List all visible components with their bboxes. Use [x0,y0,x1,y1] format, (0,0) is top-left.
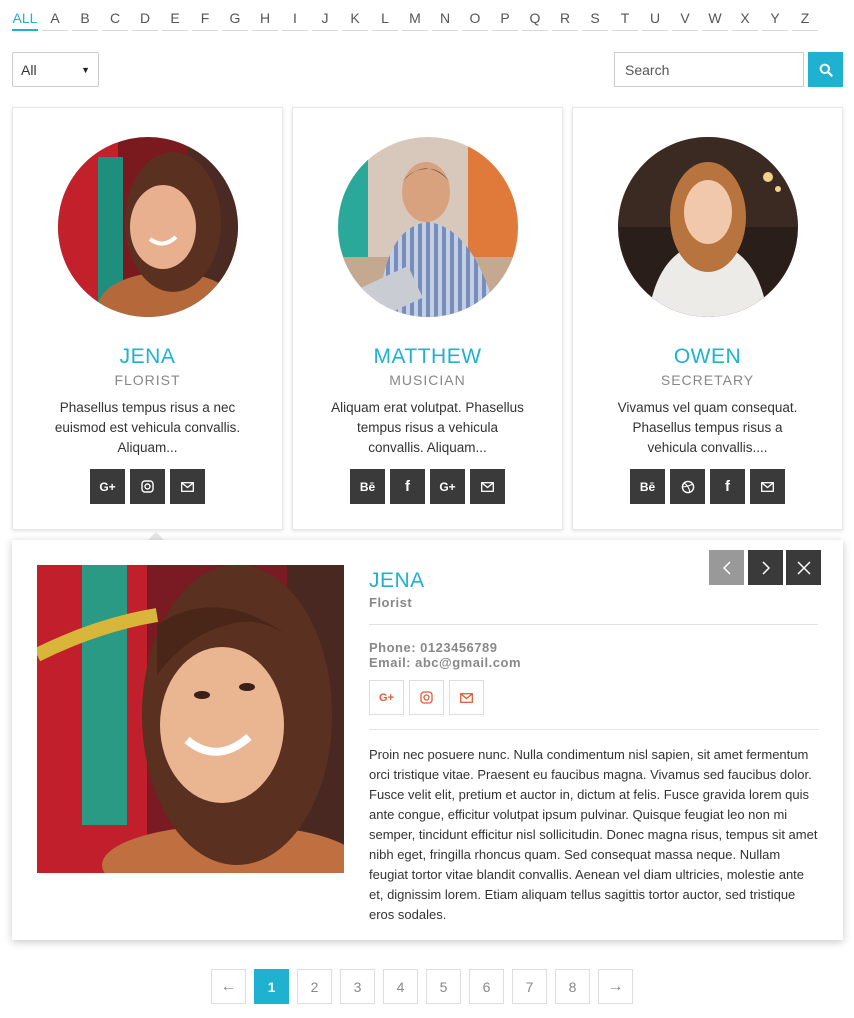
social-links: Bē f G+ [293,469,562,504]
avatar [337,137,518,317]
pagination-page-3[interactable]: 3 [340,969,375,1004]
member-name[interactable]: MATTHEW [293,345,562,369]
search-icon [819,63,833,77]
detail-email[interactable]: Email: abc@gmail.com [369,655,521,670]
alphabet-letter-f[interactable]: F [192,8,218,31]
pagination-page-5[interactable]: 5 [426,969,461,1004]
behance-icon[interactable]: Bē [630,469,665,504]
google-plus-icon[interactable]: G+ [90,469,125,504]
alphabet-letter-r[interactable]: R [552,8,578,31]
social-links: G+ [13,469,282,504]
alphabet-letter-p[interactable]: P [492,8,518,31]
search-input[interactable] [614,52,804,87]
pagination-next-button[interactable]: → [598,969,633,1004]
instagram-icon[interactable] [130,469,165,504]
avatar [617,137,798,317]
alphabet-letter-q[interactable]: Q [522,8,548,31]
email-icon[interactable] [449,680,484,715]
caret-down-icon: ▼ [81,64,90,75]
member-role: SECRETARY [660,372,755,388]
member-name[interactable]: JENA [13,345,282,369]
close-detail-button[interactable] [786,550,821,585]
alphabet-letter-x[interactable]: X [732,8,758,31]
pagination: ← 1 2 3 4 5 6 7 8 → [211,969,633,1004]
alphabet-letter-c[interactable]: C [102,8,128,31]
category-select[interactable]: All ▼ [12,52,99,87]
pagination-page-1[interactable]: 1 [254,969,289,1004]
alphabet-letter-n[interactable]: N [432,8,458,31]
detail-social-links: G+ [369,680,484,715]
pagination-page-7[interactable]: 7 [512,969,547,1004]
pagination-page-6[interactable]: 6 [469,969,504,1004]
member-excerpt: Aliquam erat volutpat. Phasellus tempus … [331,400,524,455]
dribbble-icon[interactable] [670,469,705,504]
contact-info: Phone: 0123456789 Email: abc@gmail.com [369,640,521,670]
close-icon [796,560,811,575]
alphabet-letter-e[interactable]: E [162,8,188,31]
search-button[interactable] [808,52,843,87]
alphabet-letter-m[interactable]: M [402,8,428,31]
next-member-button[interactable] [748,550,783,585]
alphabet-letter-w[interactable]: W [702,8,728,31]
alphabet-letter-o[interactable]: O [462,8,488,31]
alphabet-letter-v[interactable]: V [672,8,698,31]
pagination-page-4[interactable]: 4 [383,969,418,1004]
member-role: FLORIST [114,372,181,388]
avatar [57,137,238,317]
alphabet-letter-a[interactable]: A [42,8,68,31]
alphabet-letter-y[interactable]: Y [762,8,788,31]
chevron-right-icon [761,560,770,575]
member-card-owen[interactable]: OWEN SECRETARY Vivamus vel quam consequa… [572,107,843,530]
facebook-icon[interactable]: f [710,469,745,504]
behance-icon[interactable]: Bē [350,469,385,504]
detail-bio: Proin nec posuere nunc. Nulla condimentu… [369,747,818,922]
member-name[interactable]: OWEN [573,345,842,369]
alphabet-letter-z[interactable]: Z [792,8,818,31]
alphabet-letter-h[interactable]: H [252,8,278,31]
facebook-icon[interactable]: f [390,469,425,504]
alphabet-letter-k[interactable]: K [342,8,368,31]
pagination-prev-button[interactable]: ← [211,969,246,1004]
alphabet-letter-b[interactable]: B [72,8,98,31]
google-plus-icon[interactable]: G+ [369,680,404,715]
alphabet-letter-s[interactable]: S [582,8,608,31]
member-role: MUSICIAN [389,372,466,388]
google-plus-icon[interactable]: G+ [430,469,465,504]
member-detail-panel: JENA Florist Phone: 0123456789 Email: ab… [12,540,843,940]
alphabet-letter-u[interactable]: U [642,8,668,31]
email-icon[interactable] [470,469,505,504]
member-excerpt: Vivamus vel quam consequat. Phasellus te… [617,400,798,455]
email-icon[interactable] [750,469,785,504]
divider [369,624,818,625]
member-card-matthew[interactable]: MATTHEW MUSICIAN Aliquam erat volutpat. … [292,107,563,530]
alphabet-letter-l[interactable]: L [372,8,398,31]
alphabet-letter-d[interactable]: D [132,8,158,31]
member-photo [37,565,344,873]
alphabet-filter: ALL A B C D E F G H I J K L M N O P Q R S T U V W X Y Z [12,8,822,31]
member-card-jena[interactable]: JENA FLORIST Phasellus tempus risus a ne… [12,107,283,530]
chevron-left-icon [722,560,731,575]
social-links: Bē f [573,469,842,504]
alphabet-letter-all[interactable]: ALL [12,8,38,31]
alphabet-letter-t[interactable]: T [612,8,638,31]
alphabet-letter-i[interactable]: I [282,8,308,31]
member-excerpt: Phasellus tempus risus a nec euismod est… [54,400,241,455]
pagination-page-8[interactable]: 8 [555,969,590,1004]
detail-role: Florist [369,595,413,610]
divider [369,729,818,730]
pagination-page-2[interactable]: 2 [297,969,332,1004]
previous-member-button[interactable] [709,550,744,585]
email-icon[interactable] [170,469,205,504]
detail-phone: Phone: 0123456789 [369,640,498,655]
alphabet-letter-g[interactable]: G [222,8,248,31]
detail-name: JENA [369,569,425,592]
alphabet-letter-j[interactable]: J [312,8,338,31]
instagram-icon[interactable] [409,680,444,715]
category-select-value: All [21,61,37,78]
